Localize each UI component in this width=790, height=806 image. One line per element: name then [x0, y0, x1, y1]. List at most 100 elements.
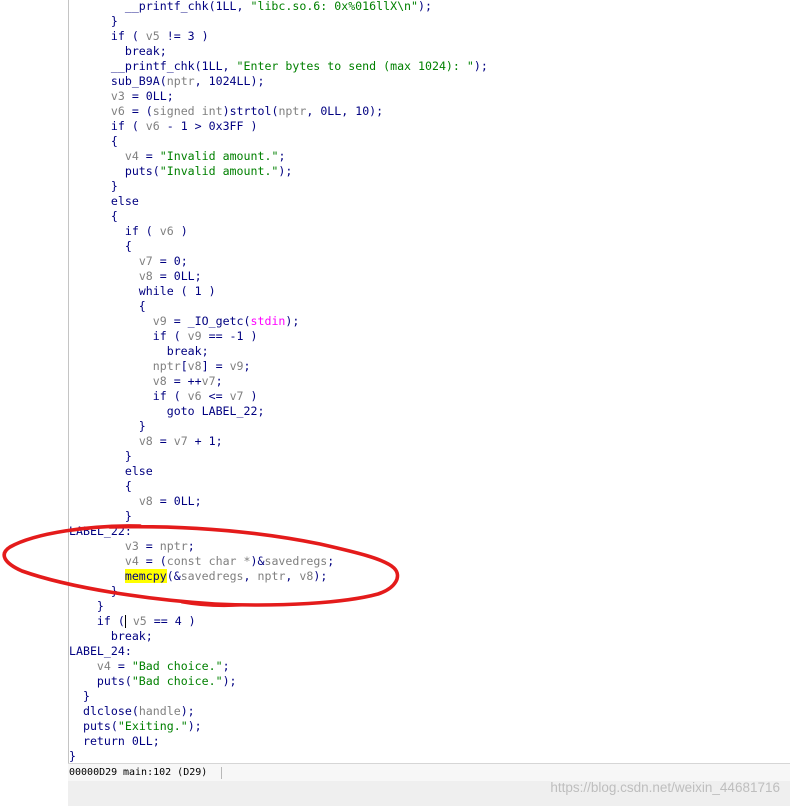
code-line[interactable]: { — [69, 479, 488, 494]
local-variable[interactable]: v7 — [230, 389, 244, 403]
local-variable[interactable]: v8 — [139, 494, 153, 508]
local-variable[interactable]: savedregs — [181, 569, 244, 583]
code-text: ); — [313, 568, 328, 583]
local-variable[interactable]: v6 — [111, 104, 125, 118]
code-line[interactable]: } — [69, 689, 488, 704]
code-line[interactable]: { — [69, 239, 488, 254]
local-variable[interactable]: v6 — [160, 224, 174, 238]
local-variable[interactable]: v7 — [202, 374, 216, 388]
string-literal[interactable]: "Exiting." — [118, 719, 188, 733]
code-line[interactable]: break; — [69, 629, 488, 644]
code-line[interactable]: v3 = nptr; — [69, 539, 488, 554]
code-line[interactable]: puts("Bad choice."); — [69, 674, 488, 689]
local-variable[interactable]: v9 — [230, 359, 244, 373]
code-line[interactable]: puts("Invalid amount."); — [69, 164, 488, 179]
code-line[interactable]: nptr[v8] = v9; — [69, 359, 488, 374]
code-line[interactable]: memcpy(&savedregs, nptr, v8); — [69, 568, 488, 584]
code-line[interactable]: v7 = 0; — [69, 254, 488, 269]
local-variable[interactable]: handle — [139, 704, 181, 718]
local-variable[interactable]: v3 — [125, 539, 139, 553]
local-variable[interactable]: v8 — [299, 569, 313, 583]
code-line[interactable]: } — [69, 509, 488, 524]
code-line[interactable]: v9 = _IO_getc(stdin); — [69, 314, 488, 329]
code-line[interactable]: break; — [69, 344, 488, 359]
code-line[interactable]: LABEL_24: — [69, 644, 488, 659]
code-line[interactable]: break; — [69, 44, 488, 59]
pseudocode-view[interactable]: __printf_chk(1LL, "libc.so.6: 0x%016llX\… — [69, 0, 488, 764]
local-variable[interactable]: v6 — [188, 389, 202, 403]
code-line[interactable]: while ( 1 ) — [69, 284, 488, 299]
code-line[interactable]: LABEL_22: — [69, 524, 488, 539]
code-line[interactable]: if ( v9 == -1 ) — [69, 329, 488, 344]
code-line[interactable]: { — [69, 134, 488, 149]
code-line[interactable]: } — [69, 419, 488, 434]
code-text: puts( — [69, 163, 160, 178]
local-variable[interactable]: v8 — [139, 269, 153, 283]
string-literal[interactable]: "Invalid amount." — [160, 164, 279, 178]
code-line[interactable]: v8 = v7 + 1; — [69, 434, 488, 449]
code-line[interactable]: } — [69, 584, 488, 599]
local-variable[interactable]: nptr — [153, 359, 181, 373]
local-variable[interactable]: v4 — [97, 659, 111, 673]
local-variable[interactable]: nptr — [258, 569, 286, 583]
code-line[interactable]: __printf_chk(1LL, "Enter bytes to send (… — [69, 59, 488, 74]
code-line[interactable]: __printf_chk(1LL, "libc.so.6: 0x%016llX\… — [69, 0, 488, 14]
local-variable[interactable]: v3 — [111, 89, 125, 103]
code-line[interactable]: dlclose(handle); — [69, 704, 488, 719]
code-line[interactable]: v8 = 0LL; — [69, 269, 488, 284]
local-variable[interactable]: v9 — [153, 314, 167, 328]
string-literal[interactable]: "libc.so.6: 0x%016llX\n" — [250, 0, 418, 13]
local-variable[interactable]: v6 — [146, 119, 160, 133]
local-variable[interactable]: v4 — [125, 149, 139, 163]
code-line[interactable]: return 0LL; — [69, 734, 488, 749]
local-variable[interactable]: v8 — [153, 374, 167, 388]
code-line[interactable]: } — [69, 179, 488, 194]
local-variable[interactable]: v5 — [133, 614, 147, 628]
code-line[interactable]: if ( v6 <= v7 ) — [69, 389, 488, 404]
code-line[interactable]: v3 = 0LL; — [69, 89, 488, 104]
code-line[interactable]: { — [69, 299, 488, 314]
code-line[interactable]: puts("Exiting."); — [69, 719, 488, 734]
code-line[interactable]: v4 = "Bad choice."; — [69, 659, 488, 674]
local-variable[interactable]: savedregs — [264, 554, 327, 568]
local-variable[interactable]: nptr — [160, 539, 188, 553]
string-literal[interactable]: "Enter bytes to send (max 1024): " — [237, 59, 474, 73]
local-variable[interactable]: v4 — [125, 554, 139, 568]
code-line[interactable]: { — [69, 209, 488, 224]
local-variable[interactable]: v8 — [139, 434, 153, 448]
code-text: , — [285, 568, 300, 583]
code-line[interactable]: v6 = (signed int)strtol(nptr, 0LL, 10); — [69, 104, 488, 119]
code-line[interactable]: } — [69, 599, 488, 614]
code-line[interactable]: v8 = ++v7; — [69, 374, 488, 389]
code-line[interactable]: if ( v6 ) — [69, 224, 488, 239]
code-line[interactable]: sub_B9A(nptr, 1024LL); — [69, 74, 488, 89]
local-variable[interactable]: v7 — [139, 254, 153, 268]
string-literal[interactable]: "Invalid amount." — [160, 149, 279, 163]
code-line[interactable]: goto LABEL_22; — [69, 404, 488, 419]
code-line[interactable]: } — [69, 14, 488, 29]
code-line[interactable]: v8 = 0LL; — [69, 494, 488, 509]
highlighted-identifier[interactable]: memcpy — [124, 568, 167, 583]
string-literal[interactable]: "Bad choice." — [132, 674, 223, 688]
local-variable[interactable]: nptr — [167, 74, 195, 88]
local-variable[interactable]: v7 — [174, 434, 188, 448]
code-line[interactable]: } — [69, 749, 488, 764]
local-variable[interactable]: v8 — [188, 359, 202, 373]
string-literal[interactable]: "Bad choice." — [132, 659, 223, 673]
global-variable[interactable]: stdin — [251, 314, 286, 328]
local-variable[interactable]: v5 — [146, 29, 160, 43]
type-name[interactable]: signed int — [153, 104, 223, 118]
code-line[interactable]: if ( v5 != 3 ) — [69, 29, 488, 44]
code-line[interactable]: v4 = (const char *)&savedregs; — [69, 554, 488, 569]
local-variable[interactable]: nptr — [278, 104, 306, 118]
code-line[interactable]: if ( v6 - 1 > 0x3FF ) — [69, 119, 488, 134]
code-line[interactable]: else — [69, 194, 488, 209]
code-line[interactable]: v4 = "Invalid amount."; — [69, 149, 488, 164]
code-text: sub_B9A( — [69, 73, 167, 88]
code-line[interactable]: else — [69, 464, 488, 479]
type-name[interactable]: const char * — [167, 554, 251, 568]
local-variable[interactable]: v9 — [188, 329, 202, 343]
code-line[interactable]: } — [69, 449, 488, 464]
code-line[interactable]: if ( v5 == 4 ) — [69, 614, 488, 629]
